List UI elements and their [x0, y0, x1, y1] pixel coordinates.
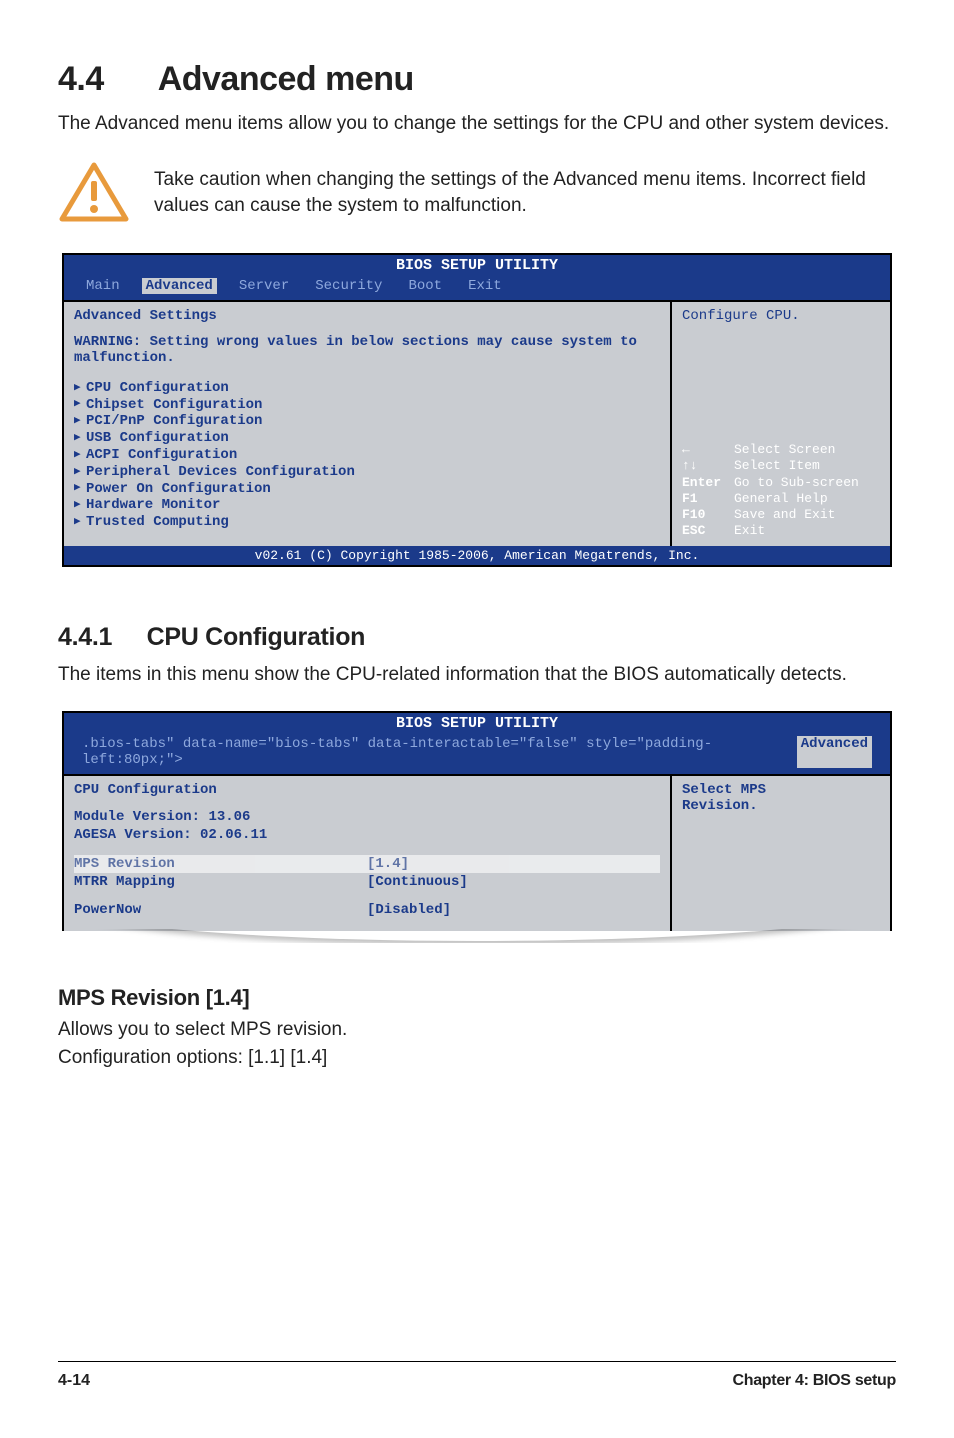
- menu-item-power: ▶Power On Configuration: [74, 481, 660, 498]
- nav-row: EnterGo to Sub-screen: [682, 475, 880, 491]
- tab-server: Server: [235, 278, 293, 294]
- caution-text: Take caution when changing the settings …: [154, 167, 896, 218]
- menu-item-hw-monitor: ▶Hardware Monitor: [74, 497, 660, 514]
- menu-item-peripheral: ▶Peripheral Devices Configuration: [74, 464, 660, 481]
- menu-item-cpu: ▶CPU Configuration: [74, 380, 660, 397]
- bios-right-panel: Select MPS Revision.: [672, 776, 890, 931]
- tab-advanced: Advanced: [142, 278, 217, 294]
- bios-section-title: CPU Configuration: [74, 782, 660, 798]
- cpu-row-mtrr-value: [Continuous]: [367, 873, 660, 891]
- page-curl-effect: [58, 929, 896, 943]
- menu-item-acpi: ▶ACPI Configuration: [74, 447, 660, 464]
- bios-title: BIOS SETUP UTILITY: [64, 713, 890, 732]
- tab-advanced: Advanced: [797, 736, 872, 768]
- bios-nav-help: ←Select Screen ↑↓Select Item EnterGo to …: [682, 442, 880, 540]
- caution-icon: [58, 161, 130, 225]
- agesa-version-row: AGESA Version: 02.06.11: [74, 826, 660, 844]
- menu-item-pci: ▶PCI/PnP Configuration: [74, 413, 660, 430]
- triangle-icon: ▶: [74, 499, 86, 512]
- chapter-label: Chapter 4: BIOS setup: [732, 1372, 896, 1390]
- nav-row: F10Save and Exit: [682, 507, 880, 523]
- bios-tabs: Main Advanced Server Security Boot Exit: [64, 274, 890, 300]
- cpu-row-powernow-name: PowerNow: [74, 901, 367, 919]
- nav-row: ESCExit: [682, 523, 880, 539]
- triangle-icon: ▶: [74, 466, 86, 479]
- cpu-row-mps-name: MPS Revision: [74, 855, 367, 873]
- triangle-icon: ▶: [74, 415, 86, 428]
- tab-boot: Boot: [404, 278, 446, 294]
- page-heading: 4.4 Advanced menu: [58, 60, 896, 99]
- heading-number: 4.4: [58, 60, 150, 99]
- cpu-row-mps-value: [1.4]: [367, 855, 660, 873]
- page-number: 4-14: [58, 1372, 90, 1390]
- bios-screenshot-advanced: BIOS SETUP UTILITY Main Advanced Server …: [62, 253, 892, 567]
- heading-title: Advanced menu: [158, 60, 414, 98]
- bios-body: Advanced Settings WARNING: Setting wrong…: [64, 300, 890, 546]
- tab-security: Security: [311, 278, 386, 294]
- bios-body: CPU Configuration Module Version: 13.06 …: [64, 774, 890, 931]
- bios-left-panel: CPU Configuration Module Version: 13.06 …: [64, 776, 672, 931]
- cpu-row-mtrr-name: MTRR Mapping: [74, 873, 367, 891]
- subsection-number: 4.4.1: [58, 623, 140, 652]
- bios-section-title: Advanced Settings: [74, 308, 660, 324]
- subsection-intro: The items in this menu show the CPU-rela…: [58, 662, 896, 688]
- bios-help-text: Select MPS Revision.: [682, 782, 880, 814]
- bios-warning: WARNING: Setting wrong values in below s…: [74, 334, 660, 366]
- intro-paragraph: The Advanced menu items allow you to cha…: [58, 111, 896, 137]
- subsection-title: CPU Configuration: [147, 623, 365, 651]
- menu-item-usb: ▶USB Configuration: [74, 430, 660, 447]
- page-footer: 4-14 Chapter 4: BIOS setup: [58, 1361, 896, 1390]
- nav-row: ↑↓Select Item: [682, 458, 880, 474]
- nav-row: ←Select Screen: [682, 442, 880, 458]
- triangle-icon: ▶: [74, 398, 86, 411]
- triangle-icon: ▶: [74, 516, 86, 529]
- cpu-row-powernow-value: [Disabled]: [367, 901, 660, 919]
- bios-help-text: Configure CPU.: [682, 308, 880, 324]
- tab-main: Main: [82, 278, 124, 294]
- bios-right-panel: Configure CPU. ←Select Screen ↑↓Select I…: [672, 302, 890, 546]
- menu-item-trusted: ▶Trusted Computing: [74, 514, 660, 531]
- setting-desc-line2: Configuration options: [1.1] [1.4]: [58, 1045, 896, 1071]
- bios-left-panel: Advanced Settings WARNING: Setting wrong…: [64, 302, 672, 546]
- triangle-icon: ▶: [74, 432, 86, 445]
- caution-callout: Take caution when changing the settings …: [58, 161, 896, 225]
- triangle-icon: ▶: [74, 382, 86, 395]
- subsection-heading: 4.4.1 CPU Configuration: [58, 623, 896, 652]
- module-version-row: Module Version: 13.06: [74, 808, 660, 826]
- bios-title: BIOS SETUP UTILITY: [64, 255, 890, 274]
- triangle-icon: ▶: [74, 482, 86, 495]
- triangle-icon: ▶: [74, 449, 86, 462]
- setting-heading: MPS Revision [1.4]: [58, 985, 896, 1011]
- tab-exit: Exit: [464, 278, 506, 294]
- setting-desc-line1: Allows you to select MPS revision.: [58, 1017, 896, 1043]
- menu-item-chipset: ▶Chipset Configuration: [74, 397, 660, 414]
- bios-footer: v02.61 (C) Copyright 1985-2006, American…: [64, 546, 890, 565]
- bios-screenshot-cpu: BIOS SETUP UTILITY .bios-tabs" data-name…: [62, 711, 892, 931]
- nav-row: F1General Help: [682, 491, 880, 507]
- spacer: [74, 891, 660, 901]
